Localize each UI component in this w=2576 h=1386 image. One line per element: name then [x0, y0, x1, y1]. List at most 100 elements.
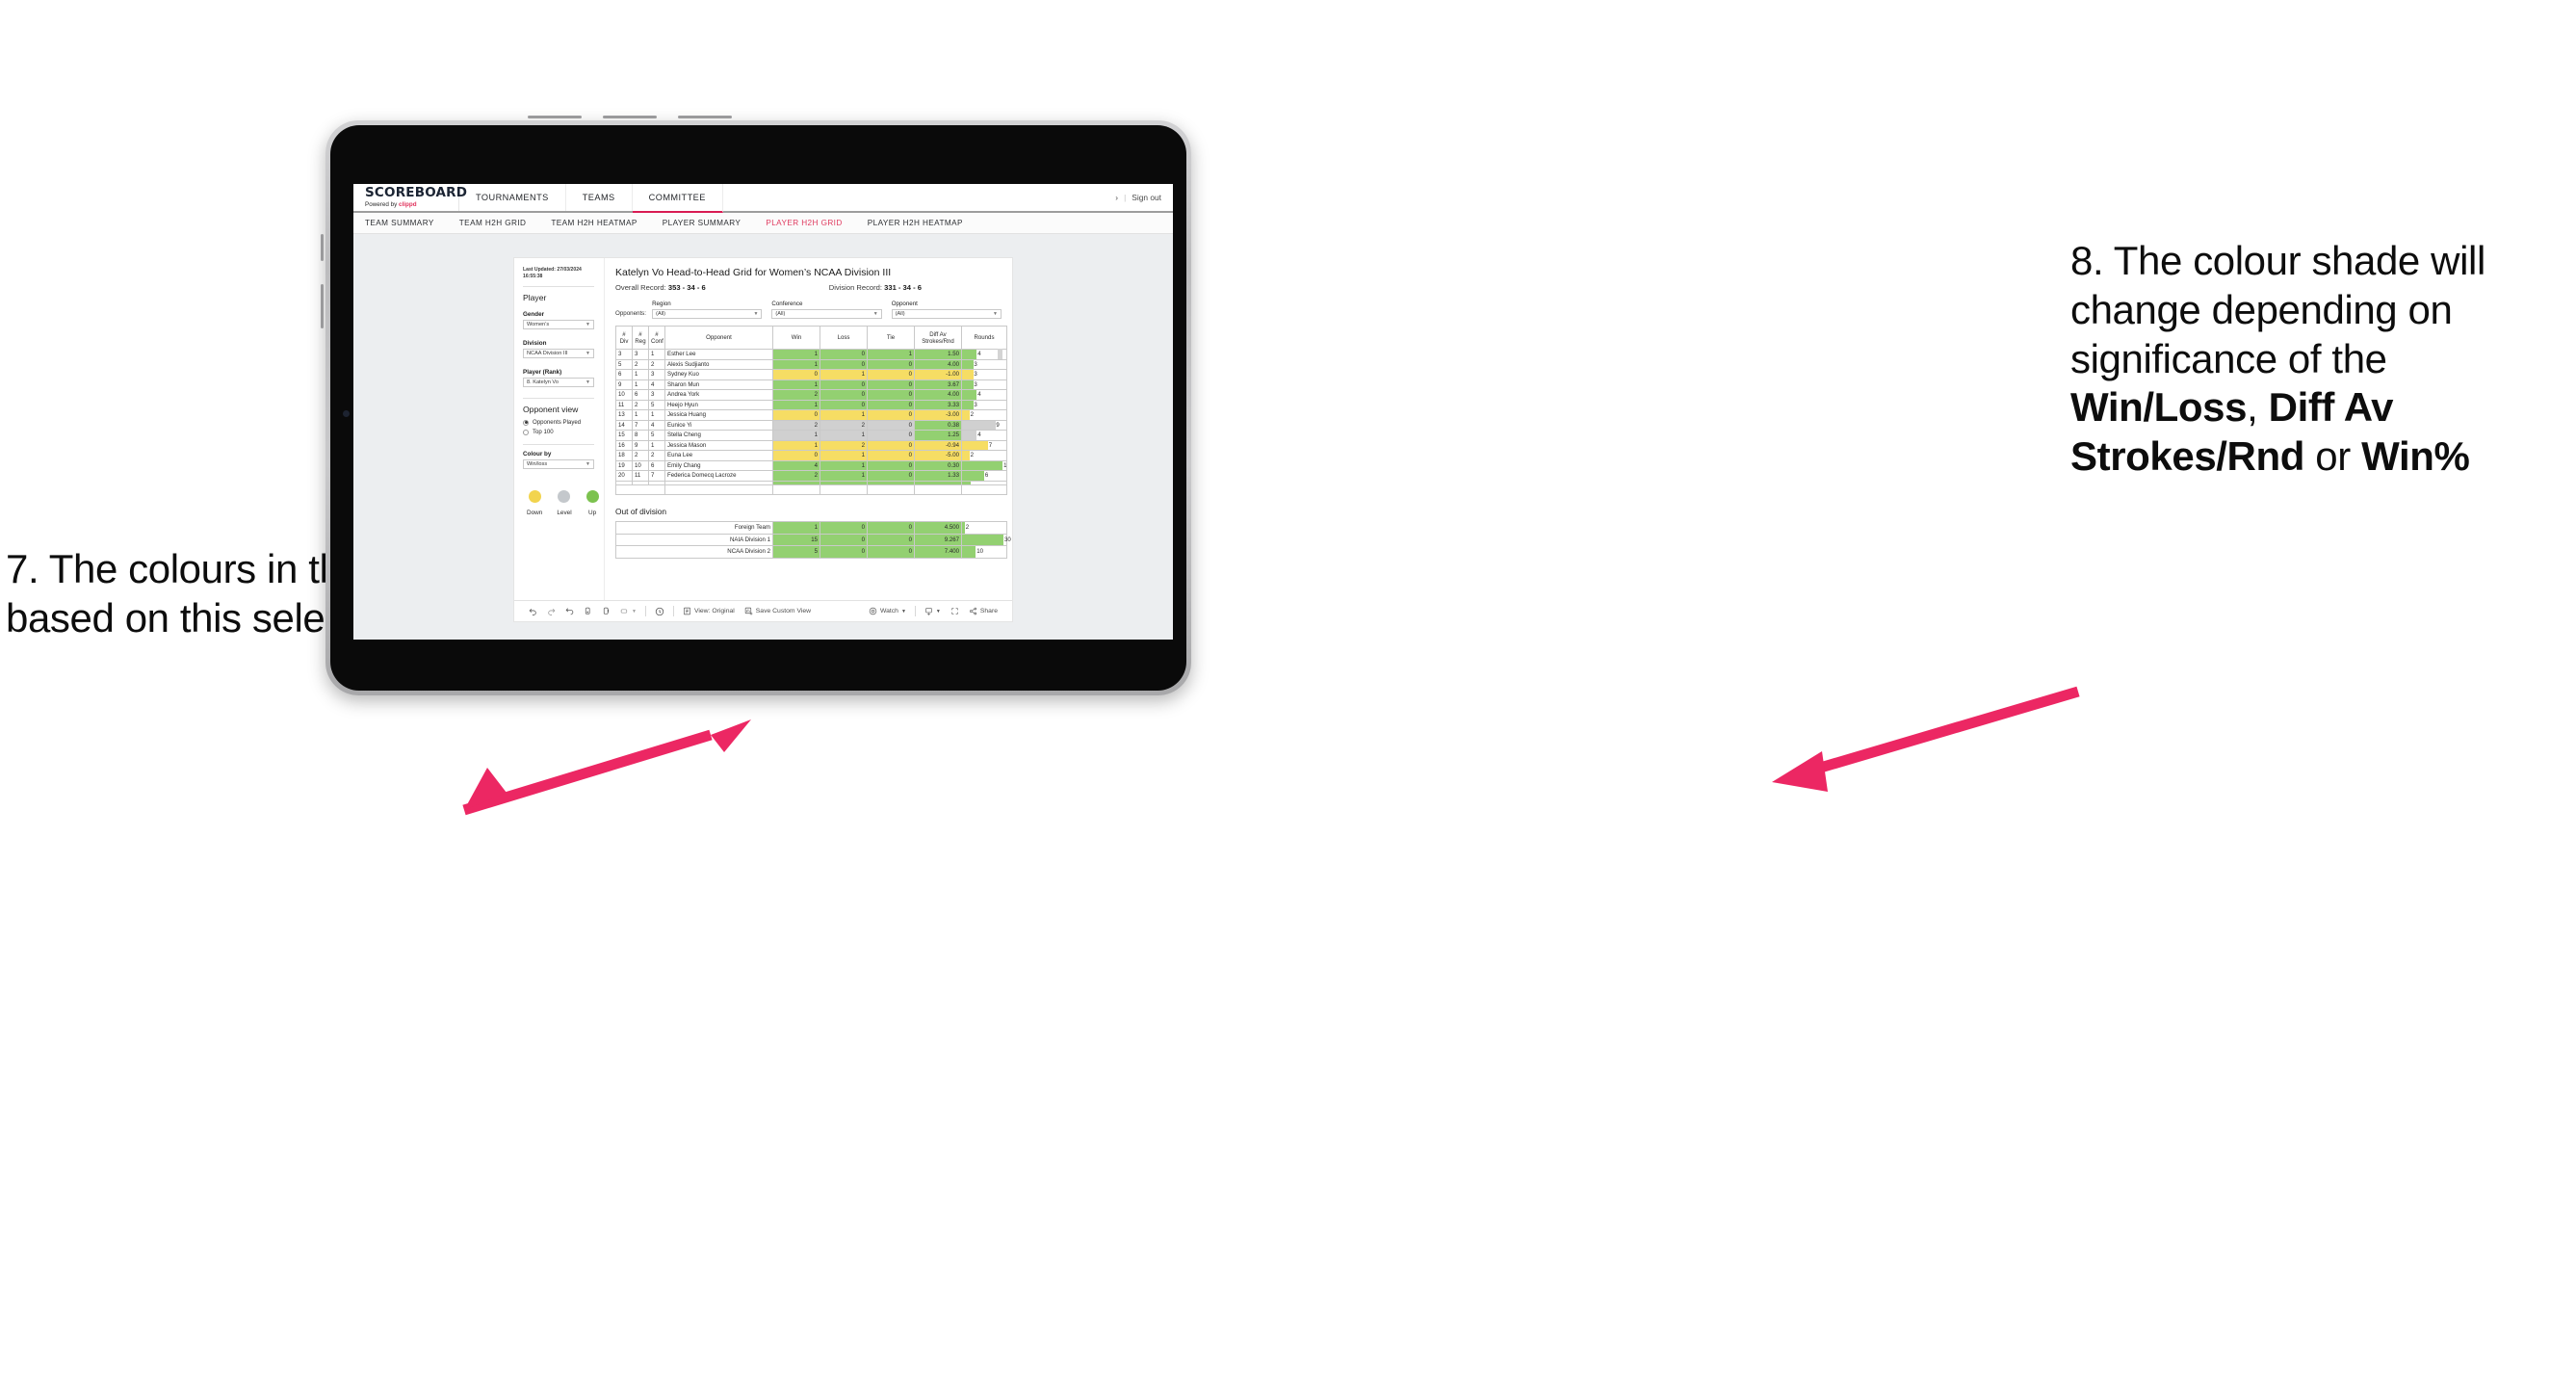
- opponents-label: Opponents:: [615, 310, 646, 317]
- subnav-player-h2h-heatmap[interactable]: PLAYER H2H HEATMAP: [855, 219, 976, 227]
- view-original-button[interactable]: View: Original: [678, 607, 740, 615]
- secondary-nav: TEAM SUMMARY TEAM H2H GRID TEAM H2H HEAT…: [353, 213, 1173, 234]
- grid-scrollbar[interactable]: [998, 349, 1002, 359]
- cell-ood-win: 5: [772, 545, 820, 559]
- table-row[interactable]: 9 1 4 Sharon Mun 1 0 0 3.67 3: [615, 379, 1007, 390]
- cell-loss: 2: [820, 419, 868, 431]
- tablet-button-top-1: [528, 116, 582, 118]
- annotation-8-segment-4: or: [2304, 433, 2362, 480]
- subnav-player-h2h-grid[interactable]: PLAYER H2H GRID: [753, 219, 854, 227]
- rounds-bar: 3: [962, 359, 1006, 369]
- cell-ood-diff: 9.267: [914, 533, 962, 546]
- cell-opponent: Stella Cheng: [664, 430, 773, 441]
- col-diff-l1: Diff Av: [929, 330, 947, 338]
- player-rank-select[interactable]: 8. Katelyn Vo ▼: [523, 378, 594, 388]
- chevron-down-icon: ▼: [585, 351, 590, 357]
- nav-teams[interactable]: TEAMS: [566, 184, 633, 211]
- cell-diff: 1.25: [914, 430, 962, 441]
- division-select[interactable]: NCAA Division III ▼: [523, 349, 594, 359]
- cell-blank: [867, 484, 915, 495]
- table-row[interactable]: 13 1 1 Jessica Huang 0 1 0 -3.00 2: [615, 409, 1007, 421]
- out-of-division-row[interactable]: NCAA Division 2 5 0 0 7.400 10: [615, 545, 1007, 559]
- revert-button[interactable]: [560, 607, 579, 615]
- subnav-team-h2h-heatmap[interactable]: TEAM H2H HEATMAP: [538, 219, 649, 227]
- download-button[interactable]: ▼: [920, 607, 946, 615]
- table-row[interactable]: 6 1 3 Sydney Kuo 0 1 0 -1.00 3: [615, 369, 1007, 380]
- save-custom-view-button[interactable]: Save Custom View: [740, 607, 816, 615]
- cell-loss: 1: [820, 409, 868, 421]
- cell-ood-rounds: 30: [961, 533, 1011, 546]
- rounds-bar: 6: [962, 471, 1006, 481]
- table-row[interactable]: 10 6 3 Andrea York 2 0 0 4.00 4: [615, 389, 1007, 401]
- legend-level: Level: [557, 490, 572, 516]
- colour-by-select[interactable]: Win/loss ▼: [523, 459, 594, 470]
- table-row[interactable]: 5 2 2 Alexis Sudjianto 1 0 0 4.00 3: [615, 358, 1007, 370]
- rounds-value: 30: [1004, 536, 1011, 543]
- history-button[interactable]: [650, 607, 669, 616]
- redo-button[interactable]: [542, 607, 560, 615]
- out-of-division-row[interactable]: Foreign Team 1 0 0 4.500 2: [615, 521, 1007, 535]
- conference-select[interactable]: (All) ▼: [771, 309, 882, 319]
- table-row[interactable]: 19106Emily Chang4100.3011: [615, 459, 1007, 471]
- table-row[interactable]: 16 9 1 Jessica Mason 1 2 0 -0.94 7: [615, 439, 1007, 451]
- cell-diff: 3.33: [914, 399, 962, 410]
- division-record-value: 331 - 34 - 6: [884, 283, 922, 292]
- cell-rounds: 4: [961, 430, 1007, 441]
- watch-button[interactable]: Watch ▼: [864, 607, 911, 615]
- conference-label: Conference: [771, 301, 803, 307]
- legend-up: Up: [585, 490, 599, 516]
- out-of-division-row[interactable]: NAIA Division 1 15 0 0 9.267 30: [615, 533, 1011, 546]
- cell-reg: 2: [632, 399, 649, 410]
- nav-tournaments[interactable]: TOURNAMENTS: [459, 184, 566, 211]
- cell-opponent: Jessica Huang: [664, 409, 773, 421]
- cell-win: 1: [772, 439, 820, 451]
- cell-diff: 0.30: [914, 459, 962, 471]
- cell-opponent: Eunice Yi: [664, 419, 773, 431]
- pause-button[interactable]: [597, 607, 615, 615]
- share-button[interactable]: Share: [964, 607, 1002, 615]
- cell-div: 20: [615, 470, 633, 482]
- col-reg: # Reg: [632, 326, 649, 350]
- brand-logo[interactable]: SCOREBOARD Powered by clippd: [353, 184, 467, 211]
- fullscreen-button[interactable]: [946, 607, 964, 615]
- table-row[interactable]: 11 2 5 Heejo Hyun 1 0 0 3.33 3: [615, 399, 1007, 410]
- subnav-player-summary[interactable]: PLAYER SUMMARY: [650, 219, 754, 227]
- table-row[interactable]: 3 3 1 Esther Lee 1 0 1 1.50 4: [615, 349, 1007, 360]
- col-div: # Div: [615, 326, 633, 350]
- chevron-down-icon: ▼: [753, 311, 759, 317]
- table-row[interactable]: 14 7 4 Eunice Yi 2 2 0 0.38 9: [615, 419, 1007, 431]
- chevron-down-icon: ▼: [935, 608, 941, 615]
- radio-top-100[interactable]: Top 100: [523, 429, 594, 435]
- cell-tie: 0: [867, 369, 915, 380]
- highlighter-button[interactable]: ▼: [615, 607, 641, 615]
- division-field: Division NCAA Division III ▼: [523, 340, 594, 359]
- region-select[interactable]: (All) ▼: [652, 309, 763, 319]
- rounds-bar-fill: [962, 379, 974, 389]
- cell-rounds: 9: [961, 419, 1007, 431]
- page-title: Katelyn Vo Head-to-Head Grid for Women’s…: [615, 267, 892, 278]
- nav-committee[interactable]: COMMITTEE: [632, 184, 723, 213]
- subnav-team-h2h-grid[interactable]: TEAM H2H GRID: [447, 219, 539, 227]
- table-row[interactable]: 20 11 7 Federica Domecq Lacroze 2 1 0 1.33 6: [615, 470, 1007, 482]
- rounds-bar-fill: [962, 370, 974, 379]
- cell-conf: 2: [648, 450, 665, 461]
- col-loss: Loss: [820, 326, 868, 350]
- screenshot-root: 7. The colours in the grid are based on …: [0, 0, 2576, 1386]
- refresh-button[interactable]: [579, 607, 597, 615]
- gender-select[interactable]: Women’s ▼: [523, 320, 594, 330]
- table-row[interactable]: 15 8 5 Stella Cheng 1 1 0 1.25 4: [615, 430, 1007, 441]
- rounds-bar-fill: [962, 546, 976, 558]
- table-row[interactable]: 18 2 2 Euna Lee 0 1 0 -5.00 2: [615, 450, 1007, 461]
- chevron-right-icon[interactable]: ›: [1115, 193, 1118, 202]
- legend-down: Down: [527, 490, 542, 516]
- sign-out-link[interactable]: Sign out: [1132, 193, 1161, 202]
- overall-record: Overall Record: 353 - 34 - 6: [615, 283, 706, 292]
- undo-button[interactable]: [524, 607, 542, 615]
- radio-opponents-played[interactable]: Opponents Played: [523, 419, 594, 426]
- rounds-bar-fill: [962, 420, 996, 430]
- region-filter: Region (All) ▼: [652, 301, 763, 319]
- subnav-team-summary[interactable]: TEAM SUMMARY: [365, 219, 447, 227]
- save-custom-view-label: Save Custom View: [755, 608, 812, 615]
- col-diff-l2: Strokes/Rnd: [922, 337, 954, 345]
- opponent-select[interactable]: (All) ▼: [891, 309, 1002, 319]
